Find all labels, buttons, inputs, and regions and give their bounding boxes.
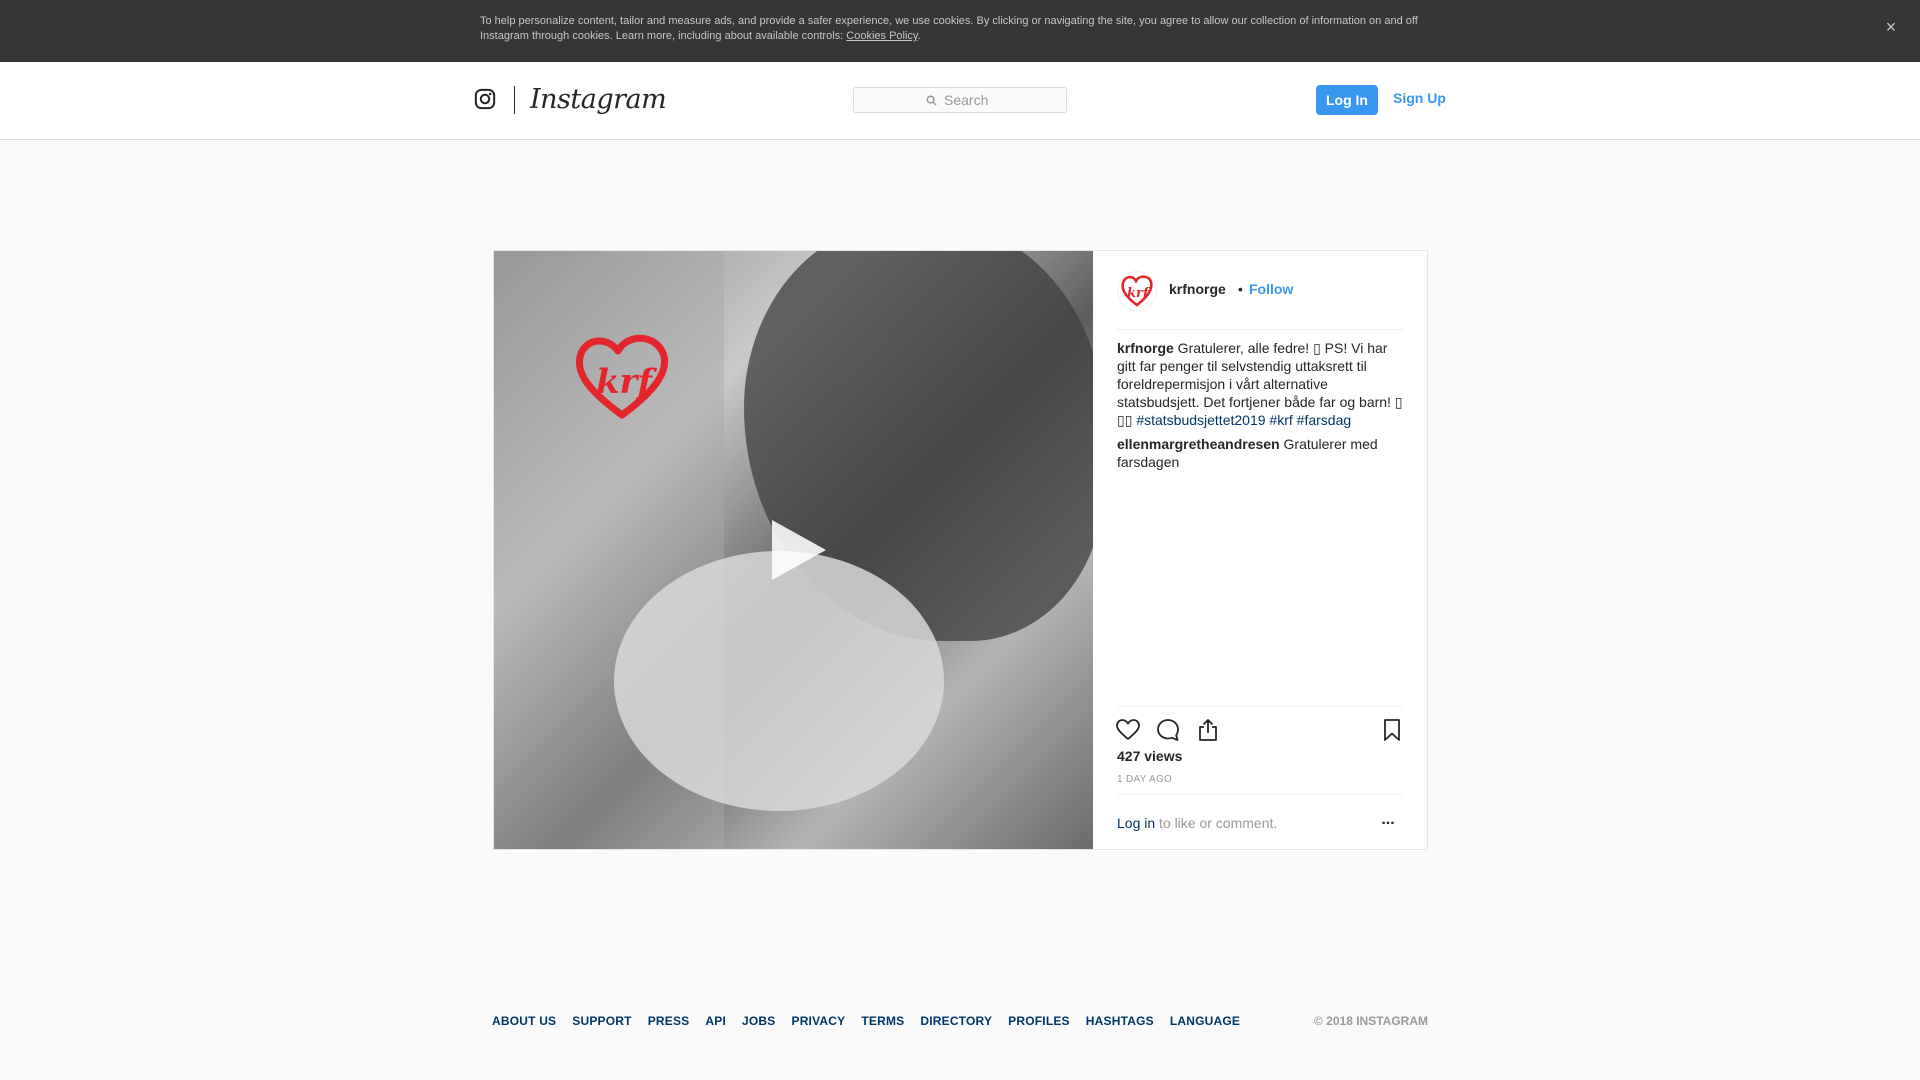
comment-icon[interactable] <box>1155 717 1181 743</box>
cookie-text: To help personalize content, tailor and … <box>480 14 1440 44</box>
separator-dot: • <box>1238 281 1243 297</box>
search-box[interactable] <box>853 87 1067 113</box>
hashtag-link[interactable]: #statsbudsjettet2019 <box>1136 412 1265 428</box>
caption-username[interactable]: krfnorge <box>1117 340 1174 356</box>
footer-link-profiles[interactable]: PROFILES <box>1008 1014 1070 1028</box>
cookies-policy-link[interactable]: Cookies Policy <box>846 30 917 42</box>
footer-link-directory[interactable]: DIRECTORY <box>920 1014 992 1028</box>
post-sidebar: krf krfnorge • Follow krfnorge Gratulere… <box>1093 251 1427 849</box>
footer: ABOUT US SUPPORT PRESS API JOBS PRIVACY … <box>492 1014 1428 1034</box>
post-video[interactable]: krf <box>494 251 1093 849</box>
signup-link[interactable]: Sign Up <box>1393 90 1446 106</box>
krf-logo: krf <box>575 334 669 419</box>
more-icon[interactable]: ... <box>1377 812 1399 831</box>
search-icon <box>926 95 937 106</box>
footer-link-about-us[interactable]: ABOUT US <box>492 1014 556 1028</box>
actions-divider <box>1117 706 1403 707</box>
cookie-message: To help personalize content, tailor and … <box>480 15 1418 42</box>
share-icon[interactable] <box>1195 717 1221 743</box>
instagram-glyph-icon[interactable] <box>474 88 496 110</box>
footer-link-api[interactable]: API <box>705 1014 726 1028</box>
copyright: © 2018 INSTAGRAM <box>1314 1014 1428 1028</box>
heart-icon[interactable] <box>1115 717 1141 743</box>
comment-username[interactable]: ellenmargretheandresen <box>1117 436 1280 452</box>
login-link[interactable]: Log in <box>1117 815 1155 831</box>
krf-avatar-logo: krf <box>1121 275 1153 307</box>
post-header: krf krfnorge • Follow <box>1117 251 1403 330</box>
footer-link-terms[interactable]: TERMS <box>861 1014 904 1028</box>
footer-link-privacy[interactable]: PRIVACY <box>791 1014 845 1028</box>
login-button[interactable]: Log In <box>1316 85 1378 115</box>
close-icon[interactable]: × <box>1880 16 1902 38</box>
post-username[interactable]: krfnorge <box>1169 281 1226 297</box>
footer-link-language[interactable]: LANGUAGE <box>1170 1014 1240 1028</box>
logo-divider <box>514 86 515 114</box>
comments-list: krfnorge Gratulerer, alle fedre! ▯ PS! V… <box>1117 339 1405 477</box>
footer-nav: ABOUT US SUPPORT PRESS API JOBS PRIVACY … <box>492 1014 1256 1028</box>
footer-link-jobs[interactable]: JOBS <box>742 1014 775 1028</box>
hashtag-link[interactable]: #krf <box>1269 412 1292 428</box>
footer-link-hashtags[interactable]: HASHTAGS <box>1086 1014 1154 1028</box>
cookie-banner: To help personalize content, tailor and … <box>0 0 1920 62</box>
caption: krfnorge Gratulerer, alle fedre! ▯ PS! V… <box>1117 339 1405 429</box>
search-input[interactable] <box>942 91 994 109</box>
follow-button[interactable]: Follow <box>1249 281 1293 297</box>
hashtag-link[interactable]: #farsdag <box>1297 412 1351 428</box>
avatar[interactable]: krf <box>1117 271 1157 311</box>
video-figure-baby <box>614 551 944 811</box>
play-icon[interactable] <box>764 516 830 584</box>
views-count[interactable]: 427 views <box>1117 748 1182 764</box>
cookie-trailing: . <box>917 30 921 42</box>
svg-text:krf: krf <box>596 362 657 402</box>
login-to-comment-row: Log in to like or comment. ... <box>1117 794 1403 850</box>
instagram-wordmark[interactable]: Instagram <box>530 84 667 115</box>
footer-link-press[interactable]: PRESS <box>648 1014 690 1028</box>
footer-link-support[interactable]: SUPPORT <box>572 1014 631 1028</box>
comment-item: ellenmargretheandresen Gratulerer med fa… <box>1117 435 1405 471</box>
login-prompt-text: to like or comment. <box>1159 815 1278 831</box>
post-timestamp[interactable]: 1 DAY AGO <box>1117 774 1172 785</box>
bookmark-icon[interactable] <box>1379 717 1405 743</box>
top-navbar: Instagram Log In Sign Up <box>0 62 1920 140</box>
post-card: krf krf krfnorge • Follow krfnorge Gratu… <box>493 250 1428 850</box>
svg-text:krf: krf <box>1127 286 1151 301</box>
